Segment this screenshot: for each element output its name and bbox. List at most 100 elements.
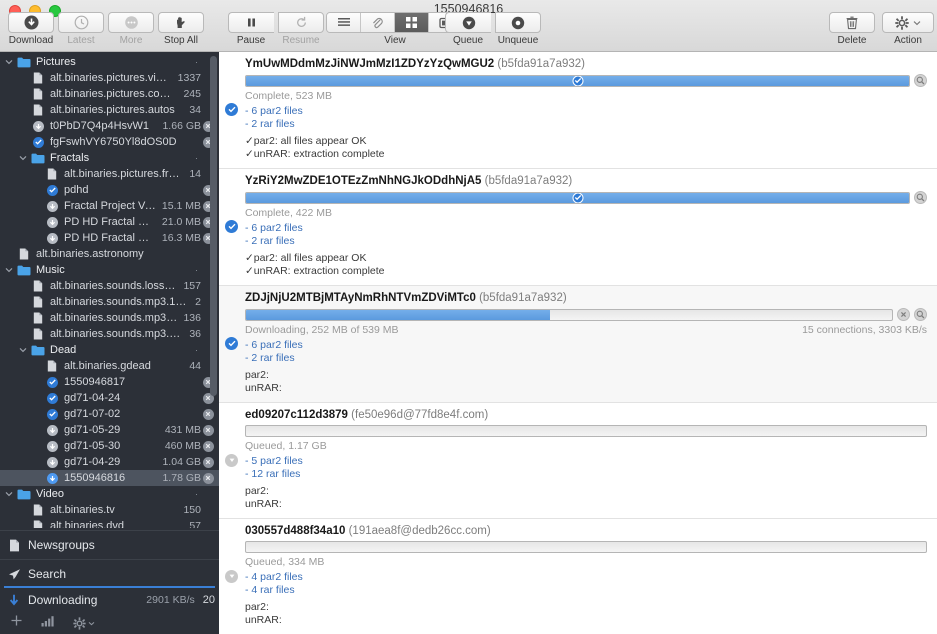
disclosure-chevron-icon[interactable] — [2, 58, 16, 67]
file-link[interactable]: - 4 rar files — [245, 584, 927, 597]
sidebar-item-alt-binaries-pictures-vintage[interactable]: alt.binaries.pictures.vintage.... 1337 — [0, 70, 219, 86]
download-status-text: Queued, 334 MB — [245, 556, 325, 568]
remove-item-button[interactable] — [201, 424, 215, 436]
sidebar-item-alt-binaries-sounds-mp3-jazz[interactable]: alt.binaries.sounds.mp3.jazz 136 — [0, 310, 219, 326]
magnifier-icon[interactable] — [914, 74, 927, 87]
download-item[interactable]: YmUwMDdmMzJiNWJmMzI1ZDYzYzQwMGU2 (b5fda9… — [219, 52, 937, 169]
more-button[interactable]: More — [106, 12, 156, 46]
disclosure-chevron-icon[interactable] — [2, 490, 16, 499]
sidebar-item-gd71-07-02[interactable]: gd71-07-02 — [0, 406, 219, 422]
remove-item-button[interactable] — [201, 472, 215, 484]
download-item[interactable]: ed09207c112d3879 (fe50e96d@77fd8e4f.com)… — [219, 403, 937, 519]
sidebar-item-video[interactable]: Video · — [0, 486, 219, 502]
file-links: - 6 par2 files - 2 rar files — [245, 105, 927, 130]
sidebar-item-fractal-project-vol-vi[interactable]: Fractal Project Vol VI 15.1 MB — [0, 198, 219, 214]
magnifier-icon[interactable] — [914, 191, 927, 204]
file-link[interactable]: - 2 rar files — [245, 235, 927, 248]
download-item[interactable]: YzRiY2MwZDE1OTEzZmNhNGJkODdhNjA5 (b5fda9… — [219, 169, 937, 286]
sidebar-item-t0pbd7q4p4hsvw1[interactable]: t0PbD7Q4p4HsvW1 1.66 GB — [0, 118, 219, 134]
resume-label: Resume — [282, 35, 320, 46]
sidebar-item-alt-binaries-astronomy[interactable]: alt.binaries.astronomy — [0, 246, 219, 262]
sidebar-item-1550946816[interactable]: 1550946816 1.78 GB — [0, 470, 219, 486]
sidebar-item-gd71-05-29[interactable]: gd71-05-29 431 MB — [0, 422, 219, 438]
file-link[interactable]: - 2 rar files — [245, 352, 927, 365]
remove-item-button[interactable] — [201, 408, 215, 420]
file-link[interactable]: - 6 par2 files — [245, 339, 927, 352]
sidebar-item-alt-binaries-sounds-lossless-c[interactable]: alt.binaries.sounds.lossless.c... 157 — [0, 278, 219, 294]
download-button[interactable]: Download — [6, 12, 56, 46]
sidebar-tree[interactable]: Pictures · alt.binaries.pictures.vintage..… — [0, 52, 219, 528]
sidebar-item-alt-binaries-pictures-comic-st[interactable]: alt.binaries.pictures.comic-st... 245 — [0, 86, 219, 102]
disclosure-chevron-icon[interactable] — [2, 266, 16, 275]
processing-line: ✓par2: all files appear OK — [245, 135, 367, 147]
sidebar-item-alt-binaries-gdead[interactable]: alt.binaries.gdead 44 — [0, 358, 219, 374]
download-pending-icon — [30, 120, 46, 132]
file-link[interactable]: - 2 rar files — [245, 118, 927, 131]
stop-all-button[interactable]: Stop All — [156, 12, 206, 46]
sidebar-item-fgfswhvy6750yl8dos0d[interactable]: fgFswhVY6750Yl8dOS0D — [0, 134, 219, 150]
file-links: - 5 par2 files - 12 rar files — [245, 455, 927, 480]
sidebar-item-newsgroups[interactable]: Newsgroups — [0, 533, 219, 557]
sidebar-item-search[interactable]: Search — [0, 562, 219, 586]
unqueue-button[interactable]: Unqueue — [493, 12, 543, 46]
cancel-icon[interactable] — [897, 308, 910, 321]
sidebar-item-downloading[interactable]: Downloading 2901 KB/s 20 — [0, 588, 219, 612]
disclosure-chevron-icon[interactable] — [16, 346, 30, 355]
grid-view-icon[interactable] — [395, 13, 429, 32]
sidebar-item-pd-hd-fractal-proj[interactable]: PD HD Fractal Proj... 21.0 MB — [0, 214, 219, 230]
list-view-icon[interactable] — [327, 13, 361, 32]
sidebar-item-music[interactable]: Music · — [0, 262, 219, 278]
sidebar-item-fractals[interactable]: Fractals · — [0, 150, 219, 166]
sidebar-item-gd71-04-29[interactable]: gd71-04-29 1.04 GB — [0, 454, 219, 470]
paperclip-icon[interactable] — [361, 13, 395, 32]
plus-icon[interactable] — [10, 614, 23, 632]
download-item[interactable]: 030557d488f34a10 (191aea8f@dedb26cc.com)… — [219, 519, 937, 634]
file-link[interactable]: - 4 par2 files — [245, 571, 927, 584]
sidebar-item-alt-binaries-pictures-autos[interactable]: alt.binaries.pictures.autos 34 — [0, 102, 219, 118]
queued-status-icon — [225, 453, 239, 468]
magnifier-icon[interactable] — [914, 308, 927, 321]
gear-icon[interactable] — [73, 616, 95, 630]
disclosure-chevron-icon[interactable] — [16, 154, 30, 163]
latest-button[interactable]: Latest — [56, 12, 106, 46]
file-link[interactable]: - 6 par2 files — [245, 222, 927, 235]
progress-row — [245, 425, 927, 437]
file-link[interactable]: - 5 par2 files — [245, 455, 927, 468]
sidebar-item-pdhd[interactable]: pdhd — [0, 182, 219, 198]
sidebar-item-label: alt.binaries.gdead — [64, 360, 151, 372]
file-link[interactable]: - 6 par2 files — [245, 105, 927, 118]
sidebar-item-gd71-05-30[interactable]: gd71-05-30 460 MB — [0, 438, 219, 454]
sidebar-item-alt-binaries-dvd[interactable]: alt.binaries.dvd 57 — [0, 518, 219, 528]
sidebar-item-alt-binaries-pictures-fractals[interactable]: alt.binaries.pictures.fractals 14 — [0, 166, 219, 182]
sidebar-item-pd-hd-fractal-proj[interactable]: PD HD Fractal Proj... 16.3 MB — [0, 230, 219, 246]
sidebar-item-alt-binaries-tv[interactable]: alt.binaries.tv 150 — [0, 502, 219, 518]
file-link[interactable]: - 12 rar files — [245, 468, 927, 481]
download-item[interactable]: ZDJjNjU2MTBjMTAyNmRhNTVmZDViMTc0 (b5fda9… — [219, 286, 937, 403]
sidebar-item-count: 16.3 MB — [161, 232, 201, 244]
pause-button[interactable]: Pause — [226, 12, 276, 46]
signal-bars-icon[interactable] — [41, 614, 55, 632]
downloads-panel[interactable]: YmUwMDdmMzJiNWJmMzI1ZDYzYzQwMGU2 (b5fda9… — [219, 52, 937, 634]
processing-status: par2: unRAR: — [245, 369, 927, 394]
sidebar-item-pictures[interactable]: Pictures · — [0, 54, 219, 70]
sidebar-item-label: Pictures — [36, 56, 76, 68]
remove-item-button[interactable] — [201, 440, 215, 452]
sidebar-item-count: 2 — [195, 296, 201, 308]
sidebar-item-label: gd71-07-02 — [64, 408, 121, 420]
sidebar-item-alt-binaries-sounds-mp3-rock[interactable]: alt.binaries.sounds.mp3.rock 36 — [0, 326, 219, 342]
sidebar-item-1550946817[interactable]: 1550946817 — [0, 374, 219, 390]
queue-button[interactable]: Queue — [443, 12, 493, 46]
sidebar-item-alt-binaries-sounds-mp3-1980s[interactable]: alt.binaries.sounds.mp3.1980s 2 — [0, 294, 219, 310]
action-button[interactable]: Action — [882, 12, 934, 46]
download-label: Download — [8, 35, 54, 46]
sidebar-item-label: PD HD Fractal Proj... — [64, 216, 156, 228]
sidebar-item-dead[interactable]: Dead · — [0, 342, 219, 358]
sidebar-item-gd71-04-24[interactable]: gd71-04-24 — [0, 390, 219, 406]
delete-button[interactable]: Delete — [827, 12, 877, 46]
resume-button[interactable]: Resume — [276, 12, 326, 46]
remove-item-button[interactable] — [201, 456, 215, 468]
sidebar-scrollbar[interactable] — [210, 56, 217, 396]
downloading-active-icon — [44, 472, 60, 484]
progress-complete-check-icon — [572, 75, 583, 86]
search-label: Search — [28, 567, 67, 581]
